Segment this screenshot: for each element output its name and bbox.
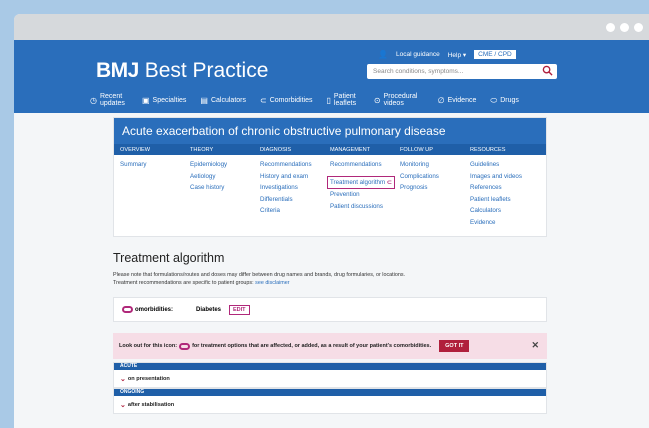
link-calculators[interactable]: Calculators — [470, 205, 534, 217]
disclaimer-note: Please note that formulations/routes and… — [113, 272, 406, 286]
expand-row[interactable]: ⌄ after stabilisation — [114, 396, 546, 413]
briefcase-icon: ▣ — [141, 95, 150, 105]
user-icon[interactable]: 👤 — [378, 50, 388, 59]
link-summary[interactable]: Summary — [120, 159, 184, 171]
window-dot[interactable] — [634, 23, 643, 32]
ongoing-section: ONGOING ⌄ after stabilisation — [113, 388, 547, 414]
leaflet-icon: ▯ — [326, 95, 331, 105]
page-title: Treatment algorithm — [113, 251, 225, 265]
nav-procedural-videos[interactable]: ⊙ Procedural videos — [374, 93, 424, 107]
got-it-button[interactable]: GOT IT — [439, 340, 470, 352]
link-mgmt-recommendations[interactable]: Recommendations — [330, 159, 394, 171]
calculator-icon: ▤ — [200, 95, 208, 105]
nav-evidence[interactable]: ∅ Evidence — [437, 95, 477, 105]
topic-panel: Acute exacerbation of chronic obstructiv… — [113, 117, 547, 237]
play-icon: ⊙ — [373, 95, 381, 105]
link-differentials[interactable]: Differentials — [260, 194, 324, 206]
link-history-exam[interactable]: History and exam — [260, 171, 324, 183]
nav-calculators[interactable]: ▤ Calculators — [200, 95, 246, 105]
comorbidities-bar: omorbidities: Diabetes EDIT — [113, 297, 547, 322]
search-input[interactable]: Search conditions, symptoms... — [367, 64, 557, 79]
overview-links: Summary — [114, 159, 184, 228]
window-dot[interactable] — [620, 23, 629, 32]
search-icon[interactable] — [542, 65, 553, 76]
section-header: ONGOING — [114, 389, 546, 396]
bmj-logo[interactable]: BMJ Best Practice — [96, 59, 268, 83]
link-criteria[interactable]: Criteria — [260, 205, 324, 217]
follow-up-links: Monitoring Complications Prognosis — [394, 159, 464, 228]
link-aetiology[interactable]: Aetiology — [190, 171, 254, 183]
link-images-videos[interactable]: Images and videos — [470, 171, 534, 183]
link-references[interactable]: References — [470, 182, 534, 194]
expand-row[interactable]: ⌄ on presentation — [114, 370, 546, 387]
comorbidity-icon: ⊂ — [259, 95, 267, 105]
nav-specialties[interactable]: ▣ Specialties — [141, 95, 186, 105]
topic-links: Summary Epidemiology Aetiology Case hist… — [114, 155, 546, 236]
link-investigations[interactable]: Investigations — [260, 182, 324, 194]
caret-down-icon: ▾ — [462, 51, 467, 59]
link-treatment-algorithm[interactable]: Treatment algorithm ⊂ — [327, 175, 396, 189]
management-links: Recommendations Treatment algorithm ⊂ Pr… — [324, 159, 396, 228]
link-case-history[interactable]: Case history — [190, 182, 254, 194]
comorbidities-label: omorbidities: — [122, 306, 196, 313]
local-guidance-link[interactable]: Local guidance — [396, 51, 440, 58]
comorbidity-icon — [122, 306, 133, 313]
main-nav: ◷ Recent updates ▣ Specialties ▤ Calculator… — [90, 93, 533, 107]
site-header: BMJ Best Practice 👤 Local guidance Help … — [14, 40, 649, 113]
link-patient-discussions[interactable]: Patient discussions — [330, 201, 394, 213]
topic-title: Acute exacerbation of chronic obstructiv… — [114, 118, 546, 144]
tab-overview[interactable]: OVERVIEW — [114, 147, 184, 153]
disclaimer-link[interactable]: see disclaimer — [255, 280, 289, 286]
clock-icon: ◷ — [90, 95, 97, 105]
tab-resources[interactable]: RESOURCES — [464, 147, 534, 153]
pill-icon: ⬭ — [490, 95, 498, 105]
link-evidence[interactable]: Evidence — [470, 217, 534, 229]
comorbidity-alert: Look out for this icon: for treatment op… — [113, 333, 547, 359]
help-menu[interactable]: Help ▾ — [448, 51, 466, 59]
chevron-down-icon: ⌄ — [120, 401, 126, 409]
tab-theory[interactable]: THEORY — [184, 147, 254, 153]
theory-links: Epidemiology Aetiology Case history — [184, 159, 254, 228]
edit-button[interactable]: EDIT — [229, 304, 250, 315]
diagnosis-links: Recommendations History and exam Investi… — [254, 159, 324, 228]
link-complications[interactable]: Complications — [400, 171, 464, 183]
title-bar — [14, 14, 649, 40]
tab-diagnosis[interactable]: DIAGNOSIS — [254, 147, 324, 153]
top-links: 👤 Local guidance Help ▾ CME / CPD — [378, 50, 516, 59]
nav-patient-leaflets[interactable]: ▯ Patient leaflets — [326, 93, 359, 107]
nav-comorbidities[interactable]: ⊂ Comorbidities — [259, 95, 313, 105]
close-icon[interactable]: ✕ — [531, 340, 539, 351]
browser-window: BMJ Best Practice 👤 Local guidance Help … — [14, 14, 649, 428]
topic-tabs: OVERVIEW THEORY DIAGNOSIS MANAGEMENT FOL… — [114, 144, 546, 155]
section-header: ACUTE — [114, 363, 546, 370]
evidence-icon: ∅ — [437, 95, 445, 105]
tab-follow-up[interactable]: FOLLOW UP — [394, 147, 464, 153]
comorbidity-icon — [179, 342, 191, 350]
window-dot[interactable] — [606, 23, 615, 32]
nav-drugs[interactable]: ⬭ Drugs — [490, 95, 519, 105]
link-patient-leaflets[interactable]: Patient leaflets — [470, 194, 534, 206]
acute-section: ACUTE ⌄ on presentation — [113, 362, 547, 388]
tab-management[interactable]: MANAGEMENT — [324, 147, 394, 153]
nav-recent-updates[interactable]: ◷ Recent updates — [90, 93, 128, 107]
comorbidity-value: Diabetes — [196, 306, 222, 313]
window-controls — [606, 23, 643, 32]
resources-links: Guidelines Images and videos References … — [464, 159, 534, 228]
link-prognosis[interactable]: Prognosis — [400, 182, 464, 194]
cme-cpd-button[interactable]: CME / CPD — [474, 50, 516, 59]
comorbidity-icon: ⊂ — [386, 178, 393, 186]
main-content: Acute exacerbation of chronic obstructiv… — [113, 117, 547, 414]
chevron-down-icon: ⌄ — [120, 375, 126, 383]
link-prevention[interactable]: Prevention — [330, 189, 394, 201]
link-epidemiology[interactable]: Epidemiology — [190, 159, 254, 171]
link-guidelines[interactable]: Guidelines — [470, 159, 534, 171]
link-monitoring[interactable]: Monitoring — [400, 159, 464, 171]
link-diag-recommendations[interactable]: Recommendations — [260, 159, 324, 171]
